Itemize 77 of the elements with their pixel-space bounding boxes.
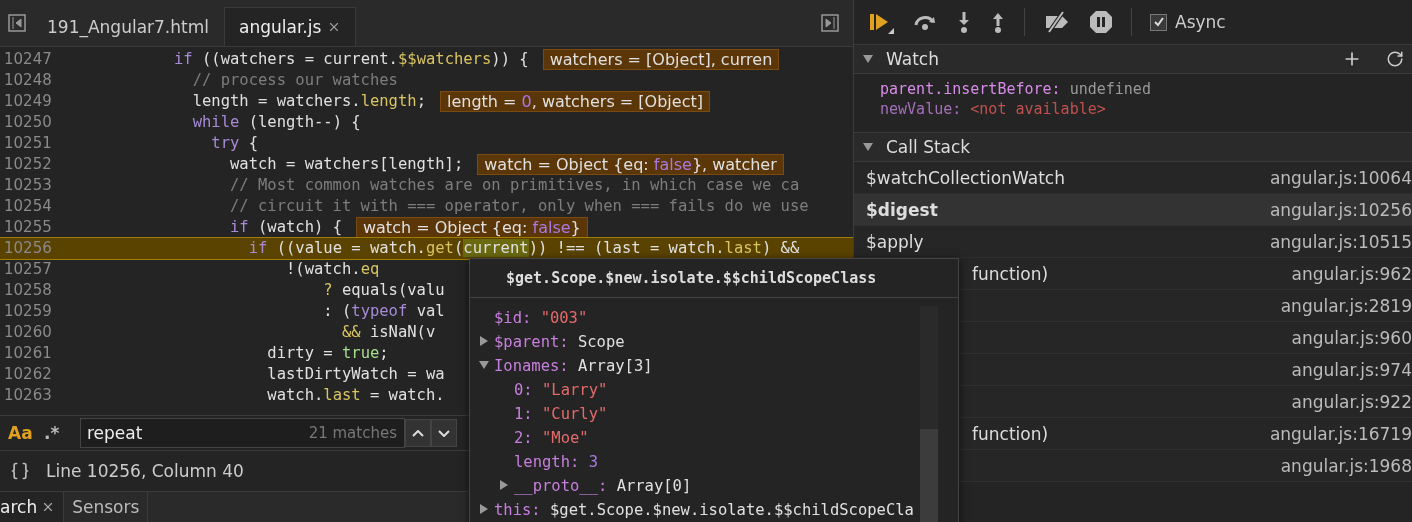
code-line: try { bbox=[210, 134, 258, 153]
code-line: dirty = true; bbox=[266, 344, 389, 363]
code-line: watch = watchers[length]; bbox=[228, 155, 464, 174]
code-line: length = watchers.length; bbox=[191, 92, 426, 111]
line-number: 10262 bbox=[3, 365, 53, 384]
drawer-tab[interactable]: Sensors bbox=[64, 492, 149, 522]
code-line: : (typeof val bbox=[322, 302, 445, 321]
call-frame[interactable]: $digest angular.js:10256 bbox=[854, 194, 1412, 226]
chevron-down-icon bbox=[438, 429, 450, 437]
pretty-print-icon[interactable] bbox=[10, 461, 30, 482]
next-match-button[interactable] bbox=[431, 419, 457, 448]
code-line: while (length--) { bbox=[191, 113, 361, 132]
previous-match-button[interactable] bbox=[405, 419, 431, 448]
inline-value: watch = Object {eq: false} bbox=[355, 216, 588, 238]
code-line: // circuit it with === operator, only when === fails do we use bbox=[228, 197, 809, 216]
expand-triangle-icon[interactable] bbox=[498, 479, 510, 491]
line-number: 10259 bbox=[3, 302, 53, 321]
code-line: if ((value = watch.get(current)) !== (last = watch.last) && bbox=[247, 239, 800, 258]
inline-value: watchers = [Object], curren bbox=[542, 48, 780, 70]
deactivate-breakpoints-icon[interactable] bbox=[1043, 10, 1071, 34]
refresh-icon[interactable] bbox=[1386, 50, 1404, 68]
code-line: // Most common watches are on primitives, in which case we ca bbox=[228, 176, 800, 195]
section-header[interactable]: Call Stack bbox=[854, 133, 1412, 162]
line-number: 10261 bbox=[3, 344, 53, 363]
match-count: 21 matches bbox=[308, 424, 397, 443]
popover-title: $get.Scope.$new.isolate.$$childScopeClass bbox=[470, 259, 958, 298]
code-line: if ((watchers = current.$$watchers)) { bbox=[172, 50, 529, 69]
property-row[interactable]: this: $get.Scope.$new.isolate.$$childScopeCla bbox=[478, 498, 920, 522]
line-number: 10247 bbox=[3, 50, 53, 69]
code-line: lastDirtyWatch = wa bbox=[266, 365, 445, 384]
line-number: 10249 bbox=[3, 92, 53, 111]
property-row-text: length: 3 bbox=[513, 452, 599, 473]
inline-value: watch = Object {eq: false}, watcher bbox=[477, 153, 784, 175]
expand-triangle-icon[interactable] bbox=[478, 503, 490, 515]
line-number: 10251 bbox=[3, 134, 53, 153]
line-number: 10248 bbox=[3, 71, 53, 90]
watch-expression: newValue: <not available> bbox=[880, 100, 1107, 118]
checkmark-icon bbox=[1152, 16, 1165, 28]
line-number: 10256 bbox=[3, 239, 53, 258]
expand-triangle-icon[interactable] bbox=[478, 335, 490, 347]
property-row-text: 2: "Moe" bbox=[513, 428, 590, 449]
file-tab[interactable]: 191_Angular7.html bbox=[32, 6, 224, 46]
cursor-position: Line 10256, Column 40 bbox=[46, 461, 244, 482]
sidebar-toggle-icon[interactable] bbox=[8, 13, 26, 32]
line-number: 10257 bbox=[3, 260, 53, 279]
code-line: if (watch) { bbox=[228, 218, 342, 237]
line-number: 10254 bbox=[3, 197, 53, 216]
scrollbar[interactable] bbox=[920, 306, 938, 522]
regex-toggle[interactable]: .* bbox=[44, 423, 70, 444]
async-checkbox[interactable]: Async bbox=[1150, 12, 1226, 32]
line-number: 10260 bbox=[3, 323, 53, 342]
code-line: && isNaN(v bbox=[340, 323, 436, 342]
match-case-toggle[interactable]: Aa bbox=[8, 423, 34, 444]
pause-icon[interactable] bbox=[1089, 10, 1113, 34]
line-number: 10258 bbox=[3, 281, 53, 300]
property-row-text: $id: "003" bbox=[493, 308, 589, 329]
line-number: 10250 bbox=[3, 113, 53, 132]
expand-triangle-icon[interactable] bbox=[862, 141, 874, 153]
property-row-text: 0: "Larry" bbox=[513, 380, 609, 401]
code-line: watch.last = watch. bbox=[266, 386, 445, 405]
line-number: 10252 bbox=[3, 155, 53, 174]
code-line: !(watch.eq bbox=[284, 260, 380, 279]
expand-triangle-icon[interactable] bbox=[478, 359, 490, 371]
line-number: 10253 bbox=[3, 176, 53, 195]
line-number: 10255 bbox=[3, 218, 53, 237]
chevron-up-icon bbox=[412, 429, 424, 437]
line-number: 10263 bbox=[3, 386, 53, 405]
code-line: ? equals(valu bbox=[322, 281, 445, 300]
watch-expression: parent.insertBefore: undefined bbox=[880, 80, 1152, 98]
code-line: // process our watches bbox=[191, 71, 398, 90]
section-header[interactable]: Watch bbox=[854, 45, 1412, 74]
file-tab[interactable]: angular.js bbox=[224, 6, 357, 46]
inline-value: length = 0, watchers = [Object] bbox=[439, 90, 710, 112]
property-row-text: 1: "Curly" bbox=[513, 404, 609, 425]
drawer-tab[interactable]: arch bbox=[0, 492, 65, 522]
expand-triangle-icon[interactable] bbox=[862, 53, 874, 65]
sidebar-toggle-icon[interactable] bbox=[821, 13, 839, 32]
